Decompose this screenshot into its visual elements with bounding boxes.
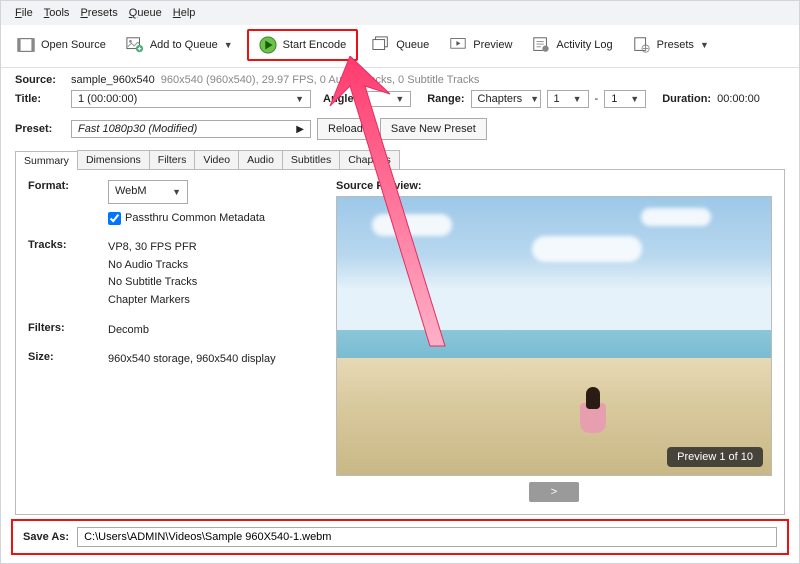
tab-subtitles[interactable]: Subtitles (282, 150, 340, 169)
range-mode-select[interactable]: Chapters▼ (471, 90, 541, 108)
start-encode-label: Start Encode (283, 39, 347, 51)
summary-panel: Format: WebM▼ Passthru Common Metadata T… (28, 180, 318, 504)
reload-button[interactable]: Reload (317, 118, 374, 140)
open-source-label: Open Source (41, 39, 106, 51)
filters-label: Filters: (28, 322, 108, 340)
preview-button[interactable]: Preview (443, 33, 518, 57)
presets-button[interactable]: Presets ▼ (627, 33, 715, 57)
passthru-checkbox[interactable]: Passthru Common Metadata (108, 210, 265, 228)
chevron-down-icon: ▼ (172, 185, 181, 199)
queue-label: Queue (396, 39, 429, 51)
preset-select[interactable]: Fast 1080p30 (Modified)▶ (71, 120, 311, 138)
tab-summary[interactable]: Summary (15, 151, 78, 170)
chevron-down-icon: ▼ (630, 94, 639, 104)
chevron-right-icon: ▶ (296, 124, 304, 135)
toolbar: Open Source Add to Queue ▼ Start Encode … (1, 25, 799, 68)
range-to-select[interactable]: 1▼ (604, 90, 646, 108)
source-info: 960x540 (960x540), 29.97 FPS, 0 Audio Tr… (161, 74, 480, 86)
start-encode-button[interactable]: Start Encode (247, 29, 359, 61)
range-from-select[interactable]: 1▼ (547, 90, 589, 108)
size-label: Size: (28, 351, 108, 369)
image-plus-icon (126, 36, 144, 54)
source-preview[interactable]: Preview 1 of 10 (336, 196, 772, 476)
title-label: Title: (15, 93, 65, 105)
add-to-queue-label: Add to Queue (150, 39, 218, 51)
activity-log-button[interactable]: Activity Log (526, 33, 618, 57)
menubar: File Tools Presets Queue Help (1, 1, 799, 25)
source-preview-label: Source Preview: (336, 180, 772, 192)
chevron-down-icon: ▼ (224, 40, 233, 50)
filters-value: Decomb (108, 322, 149, 340)
menu-presets[interactable]: Presets (76, 5, 121, 21)
presets-label: Presets (657, 39, 694, 51)
save-new-preset-button[interactable]: Save New Preset (380, 118, 487, 140)
preview-badge: Preview 1 of 10 (667, 447, 763, 467)
preview-next-button[interactable]: > (529, 482, 579, 502)
film-icon (17, 36, 35, 54)
queue-button[interactable]: Queue (366, 33, 435, 57)
menu-help[interactable]: Help (169, 5, 200, 21)
chevron-down-icon: ▼ (295, 94, 304, 104)
tab-chapters[interactable]: Chapters (339, 150, 400, 169)
tracks-line: No Subtitle Tracks (108, 274, 197, 292)
tracks-line: No Audio Tracks (108, 257, 197, 275)
duration-label: Duration: (662, 93, 711, 105)
tab-audio[interactable]: Audio (238, 150, 283, 169)
tab-dimensions[interactable]: Dimensions (77, 150, 150, 169)
tracks-line: Chapter Markers (108, 292, 197, 310)
tab-filters[interactable]: Filters (149, 150, 196, 169)
source-file: sample_960x540 (71, 74, 155, 86)
source-label: Source: (15, 74, 65, 86)
chevron-down-icon: ▼ (573, 94, 582, 104)
tracks-line: VP8, 30 FPS PFR (108, 239, 197, 257)
menu-tools[interactable]: Tools (40, 5, 74, 21)
save-as-input[interactable] (77, 527, 777, 547)
open-source-button[interactable]: Open Source (11, 33, 112, 57)
log-icon (532, 36, 550, 54)
add-to-queue-button[interactable]: Add to Queue ▼ (120, 33, 239, 57)
menu-queue[interactable]: Queue (125, 5, 166, 21)
range-label: Range: (427, 93, 464, 105)
chevron-down-icon: ▼ (530, 94, 539, 104)
tab-video[interactable]: Video (194, 150, 239, 169)
presets-icon (633, 36, 651, 54)
preview-icon (449, 36, 467, 54)
images-icon (372, 36, 390, 54)
preview-label: Preview (473, 39, 512, 51)
angle-label: Angle: (323, 93, 357, 105)
activity-log-label: Activity Log (556, 39, 612, 51)
title-select[interactable]: 1 (00:00:00)▼ (71, 90, 311, 108)
angle-select[interactable]: ▼ (363, 91, 411, 107)
duration-value: 00:00:00 (717, 93, 760, 105)
tracks-label: Tracks: (28, 239, 108, 309)
tabs: Summary Dimensions Filters Video Audio S… (15, 150, 785, 170)
range-dash: - (595, 93, 599, 105)
play-icon (259, 36, 277, 54)
menu-file[interactable]: File (11, 5, 37, 21)
preset-label: Preset: (15, 123, 65, 135)
size-value: 960x540 storage, 960x540 display (108, 351, 276, 369)
save-as-row: Save As: (11, 519, 789, 555)
format-select[interactable]: WebM▼ (108, 180, 188, 204)
format-label: Format: (28, 180, 108, 227)
chevron-down-icon: ▼ (395, 94, 404, 104)
chevron-down-icon: ▼ (700, 40, 709, 50)
save-as-label: Save As: (23, 531, 69, 543)
